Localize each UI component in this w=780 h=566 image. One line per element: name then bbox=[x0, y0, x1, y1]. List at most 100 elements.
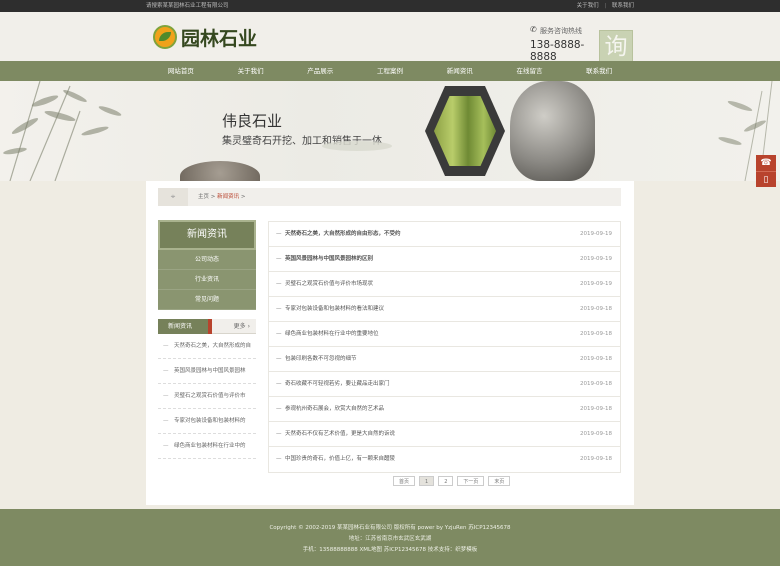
dash-icon: — bbox=[276, 356, 282, 362]
breadcrumb-tail: > bbox=[239, 194, 246, 200]
sidebar-item-company-news[interactable]: 公司动态 bbox=[158, 250, 256, 270]
sidebar: 新闻资讯 公司动态 行业资讯 常见问题 新闻资讯 更多 › 天然奇石之美，大自然… bbox=[158, 220, 256, 459]
mobile-icon[interactable]: ▯ bbox=[756, 171, 776, 187]
table-row[interactable]: — 包装印刷各数不可忽视的细节 2019-09-18 bbox=[269, 347, 620, 372]
top-links: 关于我们 | 联系我们 bbox=[573, 0, 634, 12]
pager-page-1[interactable]: 1 bbox=[419, 476, 435, 486]
table-row[interactable]: — 绿色商业包装材料在行业中的重要地位 2019-09-18 bbox=[269, 322, 620, 347]
dash-icon: — bbox=[276, 381, 282, 387]
nav-contact[interactable]: 联系我们 bbox=[564, 61, 634, 81]
hotline: 服务咨询热线 138-8888-8888 bbox=[530, 25, 600, 63]
table-row[interactable]: — 参观杭州奇石展会，欣赏大自然的艺术品 2019-09-18 bbox=[269, 397, 620, 422]
news-title[interactable]: 参观杭州奇石展会，欣赏大自然的艺术品 bbox=[285, 397, 384, 422]
sidebar-news-title: 新闻资讯 bbox=[158, 319, 212, 334]
news-date: 2019-09-19 bbox=[580, 256, 612, 262]
news-title[interactable]: 包装印刷各数不可忽视的细节 bbox=[285, 347, 357, 372]
news-title[interactable]: 天然奇石之美，大自然形成的自由形态，不受约 bbox=[285, 222, 401, 247]
location-pin-icon: ⌖ bbox=[158, 188, 188, 206]
list-item[interactable]: 英国风景园林与中国风景园林 bbox=[158, 359, 256, 384]
news-date: 2019-09-18 bbox=[580, 456, 612, 462]
footer-contact: 手机：13588888888 XML地图 苏ICP12345678 技术支持：织… bbox=[302, 547, 478, 553]
news-list: — 天然奇石之美，大自然形成的自由形态，不受约 2019-09-19 — 英国风景园林… bbox=[268, 221, 621, 473]
banner-title: 伟良石业 bbox=[222, 112, 283, 130]
news-date: 2019-09-18 bbox=[580, 356, 612, 362]
pager-last[interactable]: 末页 bbox=[488, 476, 511, 486]
nav-message[interactable]: 在线留言 bbox=[495, 61, 565, 81]
list-item[interactable]: 绿色商业包装材料在行业中的 bbox=[158, 434, 256, 459]
sidebar-menu: 公司动态 行业资讯 常见问题 bbox=[158, 250, 256, 310]
main-nav: 网站首页 关于我们 产品展示 工程案例 新闻资讯 在线留言 联系我们 bbox=[0, 61, 780, 81]
news-title[interactable]: 英国风景园林与中国风景园林的区别 bbox=[285, 247, 373, 272]
top-bar: 请搜索某某园林石业工程有限公司 关于我们 | 联系我们 bbox=[0, 0, 780, 12]
scholar-rock-image bbox=[510, 81, 595, 181]
sidebar-title: 新闻资讯 bbox=[158, 220, 256, 250]
nav-news[interactable]: 新闻资讯 bbox=[425, 61, 495, 81]
top-link-separator: | bbox=[604, 3, 607, 9]
list-item[interactable]: 专家对包装设备和包装材料的 bbox=[158, 409, 256, 434]
sidebar-news-header: 新闻资讯 更多 › bbox=[158, 319, 256, 334]
footer-copyright: Copyright © 2002-2019 某某园林石业有限公司 版权所有 po… bbox=[269, 525, 511, 531]
news-date: 2019-09-18 bbox=[580, 431, 612, 437]
news-title[interactable]: 绿色商业包装材料在行业中的重要地位 bbox=[285, 322, 379, 347]
breadcrumb-path: 主页 > 新闻资讯 > bbox=[198, 188, 246, 206]
breadcrumb-current[interactable]: 新闻资讯 bbox=[217, 194, 239, 200]
nav-products[interactable]: 产品展示 bbox=[285, 61, 355, 81]
dash-icon: — bbox=[276, 431, 282, 437]
news-title[interactable]: 中国珍贵的奇石，价值上亿，有一颗来自醴陵 bbox=[285, 447, 395, 472]
table-row[interactable]: — 英国风景园林与中国风景园林的区别 2019-09-19 bbox=[269, 247, 620, 272]
dash-icon: — bbox=[276, 256, 282, 262]
site-logo[interactable]: 园林石业 bbox=[153, 24, 257, 50]
hotline-label: 服务咨询热线 bbox=[530, 25, 600, 36]
inquiry-seal: 询 bbox=[599, 30, 633, 64]
dash-icon: — bbox=[276, 306, 282, 312]
pagination: 首页 1 2 下一页 末页 bbox=[393, 476, 514, 486]
top-link-about[interactable]: 关于我们 bbox=[577, 3, 599, 9]
chevron-right-icon: › bbox=[247, 323, 250, 330]
news-title[interactable]: 天然奇石不仅有艺术价值，更是大自然的诉说 bbox=[285, 422, 395, 447]
top-link-contact[interactable]: 联系我们 bbox=[612, 3, 634, 9]
more-label: 更多 bbox=[233, 323, 246, 330]
news-date: 2019-09-18 bbox=[580, 406, 612, 412]
nav-about[interactable]: 关于我们 bbox=[216, 61, 286, 81]
table-row[interactable]: — 奇石收藏不可轻视若劣，要让藏品走出家门 2019-09-18 bbox=[269, 372, 620, 397]
sidebar-item-industry-news[interactable]: 行业资讯 bbox=[158, 270, 256, 290]
nav-home[interactable]: 网站首页 bbox=[146, 61, 216, 81]
dash-icon: — bbox=[276, 231, 282, 237]
headset-icon[interactable]: ☎ bbox=[756, 155, 776, 171]
dash-icon: — bbox=[276, 406, 282, 412]
news-date: 2019-09-19 bbox=[580, 281, 612, 287]
breadcrumb-sep: > bbox=[209, 194, 218, 200]
news-date: 2019-09-18 bbox=[580, 306, 612, 312]
sidebar-item-faq[interactable]: 常见问题 bbox=[158, 290, 256, 310]
site-footer: Copyright © 2002-2019 某某园林石业有限公司 版权所有 po… bbox=[0, 509, 780, 566]
news-date: 2019-09-18 bbox=[580, 381, 612, 387]
news-title[interactable]: 专家对包装设备和包装材料的看法和建议 bbox=[285, 297, 384, 322]
sidebar-news-list: 天然奇石之美，大自然形成的自 英国风景园林与中国风景园林 灵璧石之观赏石价值与评… bbox=[158, 334, 256, 459]
site-header: 园林石业 服务咨询热线 138-8888-8888 询 bbox=[0, 12, 780, 64]
table-row[interactable]: — 天然奇石之美，大自然形成的自由形态，不受约 2019-09-19 bbox=[269, 222, 620, 247]
pager-first[interactable]: 首页 bbox=[393, 476, 416, 486]
logo-text: 园林石业 bbox=[181, 27, 258, 50]
table-row[interactable]: — 中国珍贵的奇石，价值上亿，有一颗来自醴陵 2019-09-18 bbox=[269, 447, 620, 472]
pager-next[interactable]: 下一页 bbox=[457, 476, 485, 486]
leaf-logo-icon bbox=[153, 25, 177, 49]
news-title[interactable]: 灵璧石之观赏石价值与评价市场现状 bbox=[285, 272, 373, 297]
dash-icon: — bbox=[276, 456, 282, 462]
hero-banner: 伟良石业 集灵璧奇石开挖、加工和销售于一体 bbox=[0, 81, 780, 181]
table-row[interactable]: — 专家对包装设备和包装材料的看法和建议 2019-09-18 bbox=[269, 297, 620, 322]
table-row[interactable]: — 天然奇石不仅有艺术价值，更是大自然的诉说 2019-09-18 bbox=[269, 422, 620, 447]
nav-cases[interactable]: 工程案例 bbox=[355, 61, 425, 81]
welcome-text: 请搜索某某园林石业工程有限公司 bbox=[146, 3, 229, 9]
footer-address: 地址：江苏省南京市玄武区玄武湖 bbox=[348, 536, 432, 542]
table-row[interactable]: — 灵璧石之观赏石价值与评价市场现状 2019-09-19 bbox=[269, 272, 620, 297]
list-item[interactable]: 灵璧石之观赏石价值与评价市 bbox=[158, 384, 256, 409]
stone-decoration bbox=[180, 161, 260, 181]
breadcrumb-home[interactable]: 主页 bbox=[198, 194, 209, 200]
list-item[interactable]: 天然奇石之美，大自然形成的自 bbox=[158, 334, 256, 359]
sidebar-more-link[interactable]: 更多 › bbox=[234, 319, 250, 334]
content-panel: ⌖ 主页 > 新闻资讯 > 新闻资讯 公司动态 行业资讯 常见问题 新闻资讯 更… bbox=[146, 181, 634, 505]
news-title[interactable]: 奇石收藏不可轻视若劣，要让藏品走出家门 bbox=[285, 372, 390, 397]
mist-decoration bbox=[322, 141, 392, 151]
hotline-number: 138-8888-8888 bbox=[530, 39, 585, 63]
pager-page-2[interactable]: 2 bbox=[438, 476, 454, 486]
